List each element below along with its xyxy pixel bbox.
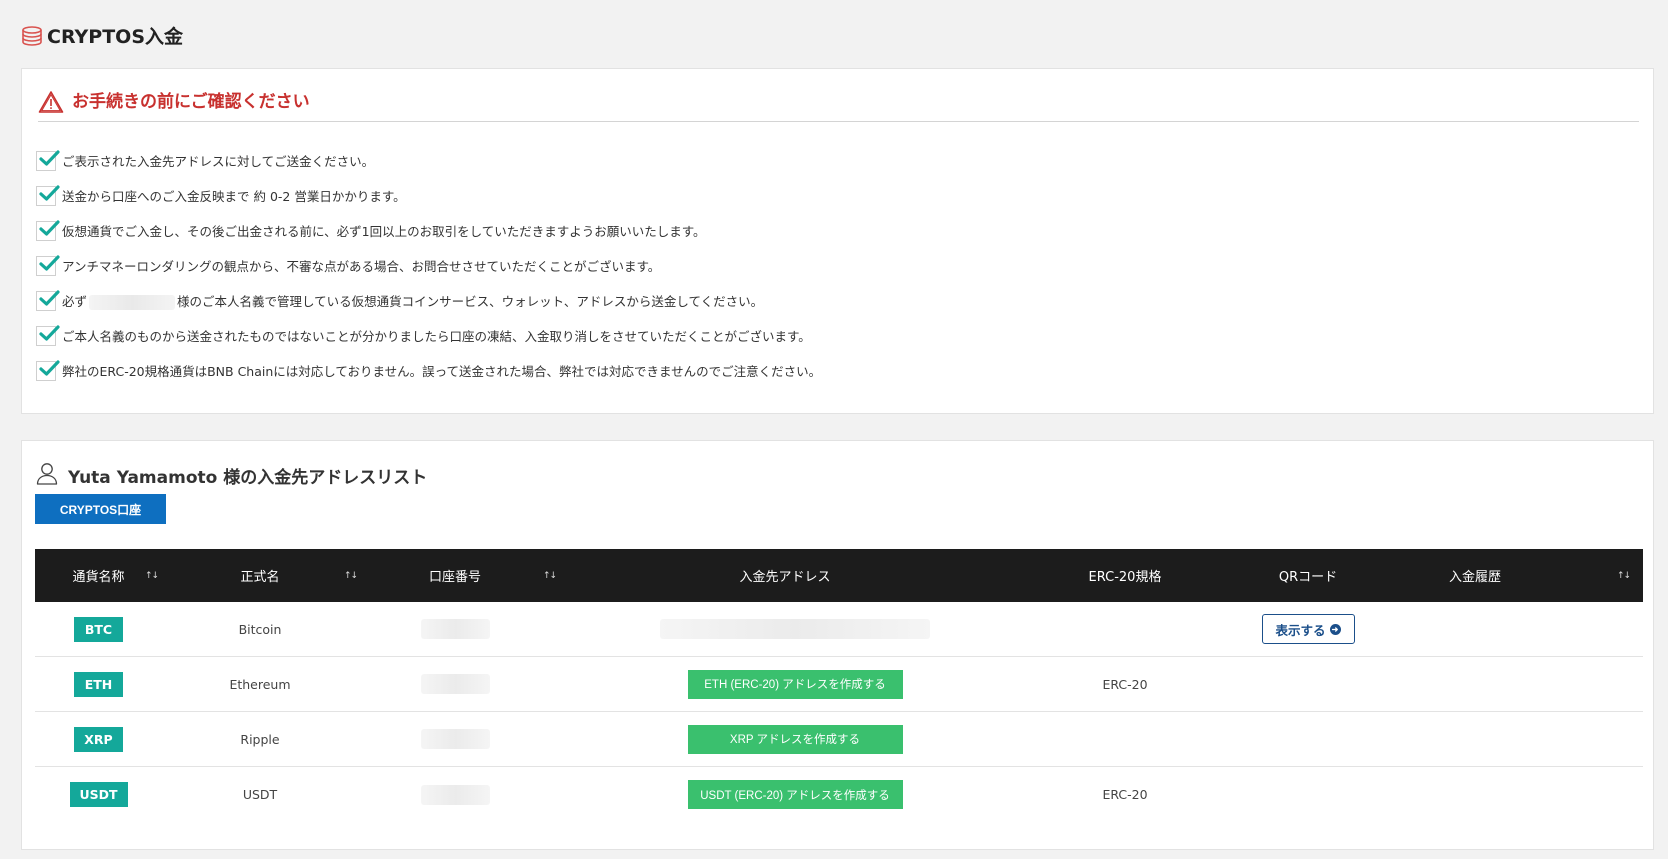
address-table: 通貨名称 ↑↓ 正式名 ↑↓ 口座番号 ↑↓ 入金先アドレス ERC-20規格 … [35,549,1643,822]
checkbox-checked[interactable] [36,149,60,171]
ticker-badge: BTC [74,616,123,642]
create-address-button[interactable]: USDT (ERC-20) アドレスを作成する [687,780,903,809]
notice-item: ご本人名義のものから送金されたものではないことが分かりましたら口座の凍結、入金取… [36,318,821,353]
table-row: USDT USDT USDT (ERC-20) アドレスを作成する ERC-20 [35,767,1643,822]
table-row: ETH Ethereum ETH (ERC-20) アドレスを作成する ERC-… [35,657,1643,712]
notice-text: ご表示された入金先アドレスに対してご送金ください。 [62,154,375,169]
currency-name: USDT [242,787,278,802]
redacted-account-number [420,784,490,805]
arrow-circle-icon: ➜ [1329,623,1341,635]
user-icon [36,461,58,489]
checkbox-checked[interactable] [36,184,60,206]
address-list-header: Yuta Yamamoto 様の入金先アドレスリスト [36,461,427,489]
column-header-qr: QRコード [1278,570,1338,585]
checkbox-checked[interactable] [36,219,60,241]
notice-text-suffix: 様のご本人名義で管理している仮想通貨コインサービス、ウォレット、アドレスから送金… [177,294,764,309]
notice-list: ご表示された入金先アドレスに対してご送金ください。 送金から口座へのご入金反映ま… [36,143,821,388]
column-header-history[interactable]: 入金履歴 [1425,549,1525,602]
erc20-value: ERC-20 [1102,787,1148,802]
ticker-badge: USDT [69,782,128,807]
sort-icon[interactable]: ↑↓ [543,549,557,602]
notice-text: アンチマネーロンダリングの観点から、不審な点がある場合、お問合せさせていただくこ… [62,259,661,274]
notice-text-prefix: 必ず [62,294,88,309]
sort-icon[interactable]: ↑↓ [145,549,159,602]
table-row: BTC Bitcoin 表示する ➜ [35,602,1643,657]
warning-icon [38,90,64,118]
currency-name: Bitcoin [238,621,282,637]
address-list-panel: Yuta Yamamoto 様の入金先アドレスリスト CRYPTOS口座 通貨名… [21,440,1654,850]
notice-text: 送金から口座へのご入金反映まで 約 0-2 営業日かかります。 [62,189,406,204]
notice-item: 必ず 様のご本人名義で管理している仮想通貨コインサービス、ウォレット、アドレスから… [36,283,821,318]
redacted-name [89,295,176,310]
redacted-account-number [420,674,490,694]
tab-cryptos-account[interactable]: CRYPTOS口座 [35,494,166,524]
erc20-value [1075,712,1175,766]
notice-item: 送金から口座へのご入金反映まで 約 0-2 営業日かかります。 [36,178,821,213]
checkbox-checked[interactable] [36,254,60,276]
notice-item: ご表示された入金先アドレスに対してご送金ください。 [36,143,821,178]
checkbox-checked[interactable] [36,289,60,311]
create-address-button[interactable]: ETH (ERC-20) アドレスを作成する [687,669,903,699]
notice-item: 弊社のERC-20規格通貨はBNB Chainには対応しておりません。誤って送金… [36,353,821,388]
currency-name: Ripple [240,731,280,747]
column-header-currency[interactable]: 通貨名称 [35,549,162,602]
notice-text: 必ず 様のご本人名義で管理している仮想通貨コインサービス、ウォレット、アドレスから… [62,291,763,310]
column-header-address: 入金先アドレス [739,570,831,585]
table-row: XRP Ripple XRP アドレスを作成する [35,712,1643,767]
show-qr-label: 表示する [1275,623,1326,638]
notice-panel: お手続きの前にご確認ください ご表示された入金先アドレスに対してご送金ください。… [21,68,1654,414]
coins-icon [21,25,43,47]
column-header-erc20: ERC-20規格 [1088,570,1162,585]
redacted-account-number [420,729,490,749]
page-title: CRYPTOS入金 [21,22,183,49]
notice-title: お手続きの前にご確認ください [72,92,310,112]
checkbox-checked[interactable] [36,359,60,381]
column-header-account[interactable]: 口座番号 [410,549,500,602]
redacted-account-number [420,619,490,639]
redacted-deposit-address [660,619,930,639]
sort-icon[interactable]: ↑↓ [1617,549,1631,602]
notice-item: 仮想通貨でご入金し、その後ご出金される前に、必ず1回以上のお取引をしていただきま… [36,213,821,248]
ticker-badge: ETH [74,671,123,697]
address-list-title: Yuta Yamamoto 様の入金先アドレスリスト [68,467,428,488]
currency-name: Ethereum [229,676,291,692]
create-address-button[interactable]: XRP アドレスを作成する [687,724,903,754]
erc20-value: ERC-20 [1102,676,1148,692]
show-qr-button[interactable]: 表示する ➜ [1261,614,1355,644]
notice-text: 仮想通貨でご入金し、その後ご出金される前に、必ず1回以上のお取引をしていただきま… [62,224,706,239]
erc20-value [1075,602,1175,656]
ticker-badge: XRP [74,726,123,752]
sort-icon[interactable]: ↑↓ [344,549,358,602]
notice-text: ご本人名義のものから送金されたものではないことが分かりましたら口座の凍結、入金取… [62,329,811,344]
column-header-name[interactable]: 正式名 [215,549,305,602]
notice-header: お手続きの前にご確認ください [38,90,1639,122]
page-title-text: CRYPTOS入金 [47,26,184,48]
notice-item: アンチマネーロンダリングの観点から、不審な点がある場合、お問合せさせていただくこ… [36,248,821,283]
checkbox-checked[interactable] [36,324,60,346]
table-header: 通貨名称 ↑↓ 正式名 ↑↓ 口座番号 ↑↓ 入金先アドレス ERC-20規格 … [35,549,1643,602]
notice-text: 弊社のERC-20規格通貨はBNB Chainには対応しておりません。誤って送金… [62,364,822,379]
